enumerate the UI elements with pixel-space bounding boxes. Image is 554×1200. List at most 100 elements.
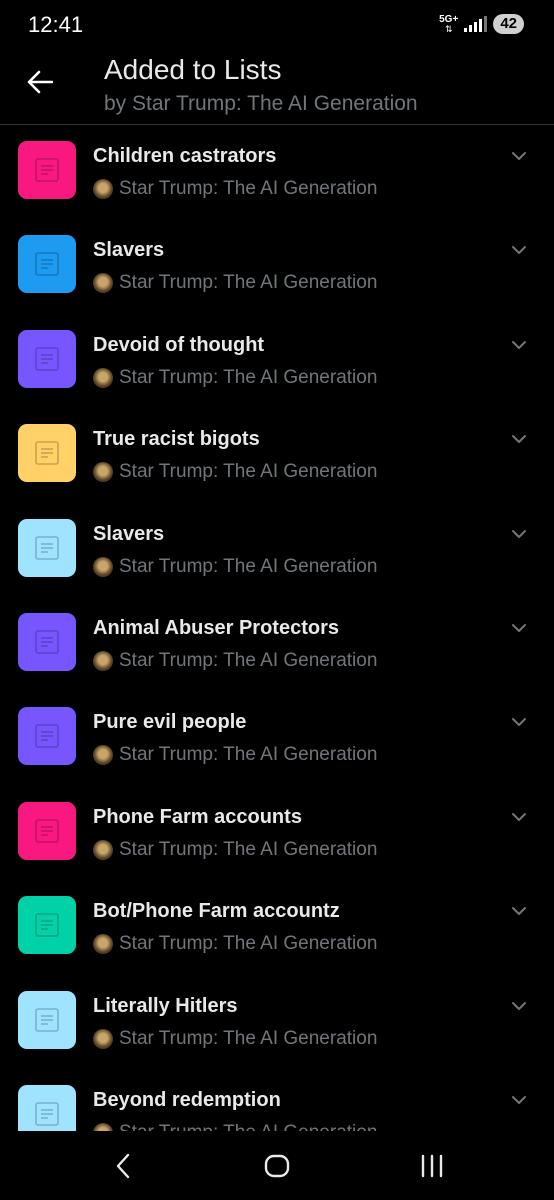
network-indicator: 5G+ ⇅ (439, 13, 459, 34)
avatar (93, 462, 113, 483)
list-item[interactable]: Slavers Star Trump: The AI Generation (0, 503, 554, 597)
chevron-down-icon (512, 623, 526, 632)
list-name: Beyond redemption (93, 1088, 281, 1111)
list-owner: Star Trump: The AI Generation (93, 272, 377, 294)
chevron-down-button[interactable] (510, 525, 528, 543)
status-bar: 12:41 5G+ ⇅ 42 (0, 0, 554, 50)
list-document-icon (35, 630, 59, 654)
chevron-down-button[interactable] (510, 430, 528, 448)
list-icon (18, 990, 76, 1049)
list-document-icon (35, 724, 59, 749)
list-item[interactable]: Slavers Star Trump: The AI Generation (0, 219, 554, 313)
chevron-down-button[interactable] (510, 997, 528, 1015)
nav-back-button[interactable] (108, 1151, 138, 1181)
list-owner: Star Trump: The AI Generation (93, 461, 377, 483)
list-owner: Star Trump: The AI Generation (93, 744, 377, 766)
list-owner: Star Trump: The AI Generation (93, 367, 377, 389)
list-document-icon (35, 535, 59, 560)
list-document-icon (35, 913, 59, 937)
owner-name: Star Trump: The AI Generation (119, 272, 378, 294)
owner-name: Star Trump: The AI Generation (119, 838, 378, 860)
list-icon (18, 518, 76, 577)
list-document-icon (35, 818, 59, 843)
list-icon (18, 424, 76, 483)
list-icon (18, 235, 76, 294)
page-subtitle: by Star Trump: The AI Generation (104, 92, 418, 115)
owner-name: Star Trump: The AI Generation (119, 744, 378, 766)
avatar (93, 273, 113, 294)
chevron-down-icon (512, 529, 526, 538)
chevron-down-button[interactable] (510, 808, 528, 826)
owner-name: Star Trump: The AI Generation (119, 1027, 378, 1049)
list-item[interactable]: Literally Hitlers Star Trump: The AI Gen… (0, 975, 554, 1069)
page-title: Added to Lists (104, 54, 282, 85)
page-header: Added to Lists by Star Trump: The AI Gen… (0, 50, 554, 125)
chevron-down-button[interactable] (510, 1091, 528, 1109)
chevron-down-icon (512, 1001, 526, 1010)
list-item[interactable]: Animal Abuser Protectors Star Trump: The… (0, 597, 554, 691)
avatar (93, 1028, 113, 1049)
list-owner: Star Trump: The AI Generation (93, 1028, 377, 1050)
list-item[interactable]: Children castrators Star Trump: The AI G… (0, 125, 554, 219)
list-icon (18, 141, 76, 199)
owner-name: Star Trump: The AI Generation (119, 1122, 377, 1131)
list-item[interactable]: Phone Farm accounts Star Trump: The AI G… (0, 786, 554, 880)
list-icon (18, 801, 76, 860)
chevron-down-icon (512, 340, 526, 349)
chevron-down-icon (512, 718, 526, 727)
list-document-icon (35, 346, 59, 371)
nav-recents-button[interactable] (417, 1151, 447, 1181)
list-document-icon (35, 158, 59, 182)
signal-icon (464, 16, 488, 32)
owner-name: Star Trump: The AI Generation (119, 366, 378, 388)
chevron-down-button[interactable] (510, 902, 528, 920)
chevron-down-icon (512, 1095, 526, 1104)
network-label: 5G+ (439, 13, 459, 25)
system-nav-bar (0, 1131, 554, 1200)
list-item[interactable]: Devoid of thought Star Trump: The AI Gen… (0, 314, 554, 408)
chevron-down-button[interactable] (510, 336, 528, 354)
chevron-down-icon (512, 246, 526, 255)
avatar (93, 839, 113, 860)
avatar (93, 1122, 113, 1131)
list-owner: Star Trump: The AI Generation (93, 933, 377, 955)
chevron-down-button[interactable] (510, 241, 528, 259)
avatar (93, 650, 113, 671)
chevron-down-icon (512, 907, 526, 916)
owner-name: Star Trump: The AI Generation (119, 649, 378, 671)
list-item[interactable]: True racist bigots Star Trump: The AI Ge… (0, 408, 554, 502)
list-document-icon (35, 252, 59, 277)
list-item[interactable]: Pure evil people Star Trump: The AI Gene… (0, 691, 554, 785)
chevron-down-button[interactable] (510, 713, 528, 731)
status-time: 12:41 (28, 12, 84, 37)
status-icons: 5G+ ⇅ 42 (439, 14, 524, 34)
list-name: Literally Hitlers (93, 994, 238, 1017)
nav-home-button[interactable] (262, 1151, 292, 1181)
list-name: Animal Abuser Protectors (93, 616, 339, 639)
chevron-down-button[interactable] (510, 147, 528, 165)
list-item[interactable]: Bot/Phone Farm accountz Star Trump: The … (0, 880, 554, 974)
list-name: True racist bigots (93, 428, 260, 451)
arrow-left-icon (27, 70, 53, 94)
battery-indicator: 42 (493, 14, 524, 34)
list-document-icon (35, 441, 59, 465)
list-owner: Star Trump: The AI Generation (93, 1122, 377, 1131)
list-document-icon (35, 1102, 59, 1126)
list-item[interactable]: Beyond redemption Star Trump: The AI Gen… (0, 1069, 554, 1131)
list-owner: Star Trump: The AI Generation (93, 839, 377, 861)
back-button[interactable] (22, 64, 58, 100)
nav-home-icon (264, 1154, 290, 1178)
avatar (93, 934, 113, 955)
chevron-down-button[interactable] (510, 619, 528, 637)
list-name: Phone Farm accounts (93, 805, 302, 828)
chevron-down-icon (512, 812, 526, 821)
list-name: Bot/Phone Farm accountz (93, 900, 340, 923)
avatar (93, 745, 113, 766)
list-owner: Star Trump: The AI Generation (93, 650, 377, 672)
list-name: Pure evil people (93, 711, 247, 734)
list-name: Devoid of thought (93, 333, 265, 356)
avatar (93, 179, 113, 199)
list-icon (18, 707, 76, 766)
list-document-icon (35, 1007, 59, 1032)
list-owner: Star Trump: The AI Generation (93, 178, 377, 200)
